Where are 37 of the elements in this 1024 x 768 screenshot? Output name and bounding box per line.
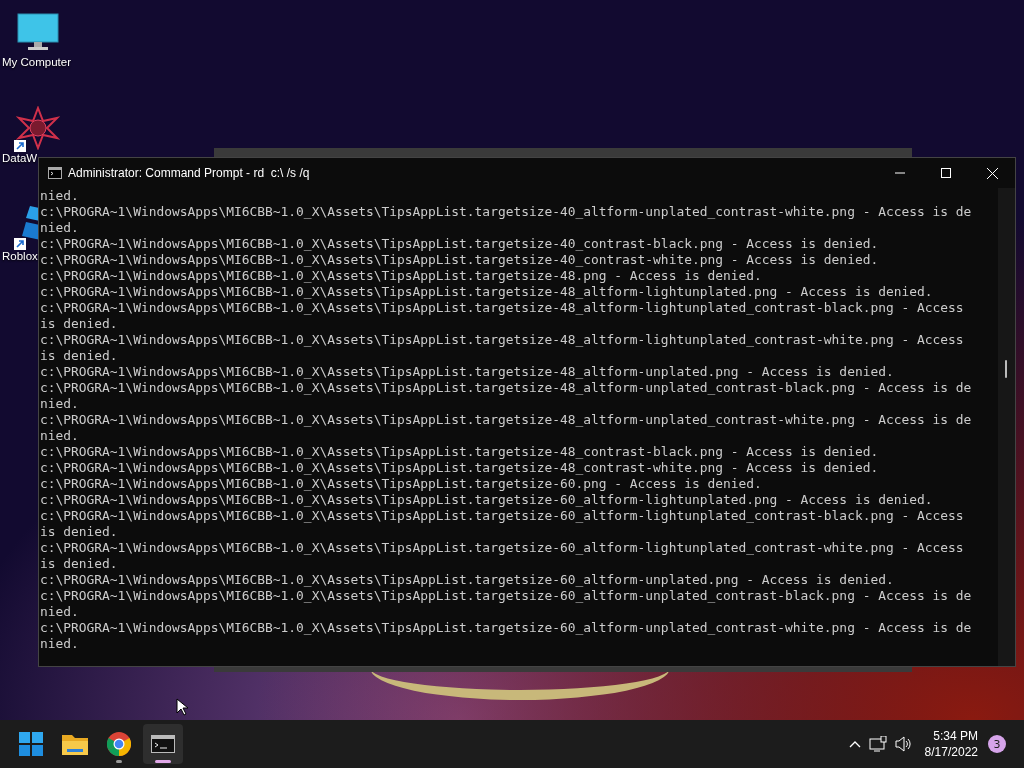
console-line: nied. xyxy=(40,604,79,620)
console-line: c:\PROGRA~1\WindowsApps\MI6CBB~1.0_X\Assets\TipsAppList.targetsize-48_altform-lightunplated_contrast-white.png - Access xyxy=(40,332,964,348)
console-line: c:\PROGRA~1\WindowsApps\MI6CBB~1.0_X\Assets\TipsAppList.targetsize-60_altform-lightunplated_contrast-black.png - Access xyxy=(40,508,964,524)
console-line: is denied. xyxy=(40,316,118,332)
clock-time: 5:34 PM xyxy=(933,728,978,744)
window-title: Administrator: Command Prompt - rd c:\ /s /q xyxy=(68,166,311,180)
console-line: c:\PROGRA~1\WindowsApps\MI6CBB~1.0_X\Assets\TipsAppList.targetsize-60_altform-lightunplated_contrast-white.png - Access xyxy=(40,540,964,556)
console-line: c:\PROGRA~1\WindowsApps\MI6CBB~1.0_X\Assets\TipsAppList.targetsize-48.png - Access is denied. xyxy=(40,268,762,284)
console-line: c:\PROGRA~1\WindowsApps\MI6CBB~1.0_X\Assets\TipsAppList.targetsize-48_altform-unplated_contrast-white.png - Access is de xyxy=(40,412,972,428)
console-line: nied. xyxy=(40,188,79,204)
icon-label[interactable]: DataW xyxy=(2,152,38,164)
console-line: is denied. xyxy=(40,556,118,572)
console-line: c:\PROGRA~1\WindowsApps\MI6CBB~1.0_X\Assets\TipsAppList.targetsize-60_altform-unplated_contrast-white.png - Access is de xyxy=(40,620,972,636)
console-line: nied. xyxy=(40,428,79,444)
icon-label[interactable]: My Computer xyxy=(2,56,72,68)
console-line: c:\PROGRA~1\WindowsApps\MI6CBB~1.0_X\Assets\TipsAppList.targetsize-48_altform-lightunplated.png - Access is denied. xyxy=(40,284,933,300)
clock[interactable]: 5:34 PM 8/17/2022 xyxy=(916,728,986,760)
console-line: c:\PROGRA~1\WindowsApps\MI6CBB~1.0_X\Assets\TipsAppList.targetsize-48_altform-unplated_contrast-black.png - Access is de xyxy=(40,380,972,396)
console-line: c:\PROGRA~1\WindowsApps\MI6CBB~1.0_X\Assets\TipsAppList.targetsize-60_altform-lightunplated.png - Access is denied. xyxy=(40,492,933,508)
notification-badge[interactable]: 3 xyxy=(988,735,1006,753)
console-line: nied. xyxy=(40,396,79,412)
console-line: c:\PROGRA~1\WindowsApps\MI6CBB~1.0_X\Assets\TipsAppList.targetsize-40_contrast-black.png - Access is denied. xyxy=(40,236,879,252)
console-line: c:\PROGRA~1\WindowsApps\MI6CBB~1.0_X\Assets\TipsAppList.targetsize-48_altform-unplated.png - Access is denied. xyxy=(40,364,894,380)
console-line: is denied. xyxy=(40,524,118,540)
console-line: c:\PROGRA~1\WindowsApps\MI6CBB~1.0_X\Assets\TipsAppList.targetsize-40_altform-unplated_contrast-white.png - Access is de xyxy=(40,204,972,220)
console-line: c:\PROGRA~1\WindowsApps\MI6CBB~1.0_X\Assets\TipsAppList.targetsize-60_altform-unplated_contrast-black.png - Access is de xyxy=(40,588,972,604)
console-line: c:\PROGRA~1\WindowsApps\MI6CBB~1.0_X\Assets\TipsAppList.targetsize-60_altform-unplated.png - Access is denied. xyxy=(40,572,894,588)
console-line: c:\PROGRA~1\WindowsApps\MI6CBB~1.0_X\Assets\TipsAppList.targetsize-48_contrast-white.png - Access is denied. xyxy=(40,460,879,476)
icon-label[interactable]: Roblox xyxy=(2,250,38,262)
console-line: nied. xyxy=(40,636,79,652)
console-line: c:\PROGRA~1\WindowsApps\MI6CBB~1.0_X\Assets\TipsAppList.targetsize-40_contrast-white.png - Access is denied. xyxy=(40,252,879,268)
console-line: c:\PROGRA~1\WindowsApps\MI6CBB~1.0_X\Assets\TipsAppList.targetsize-48_altform-lightunplated_contrast-black.png - Access xyxy=(40,300,964,316)
clock-date: 8/17/2022 xyxy=(924,744,978,760)
console-line: is denied. xyxy=(40,348,118,364)
console-line: nied. xyxy=(40,220,79,236)
console-line: c:\PROGRA~1\WindowsApps\MI6CBB~1.0_X\Assets\TipsAppList.targetsize-60.png - Access is denied. xyxy=(40,476,762,492)
console-line: c:\PROGRA~1\WindowsApps\MI6CBB~1.0_X\Assets\TipsAppList.targetsize-48_contrast-black.png - Access is denied. xyxy=(40,444,879,460)
